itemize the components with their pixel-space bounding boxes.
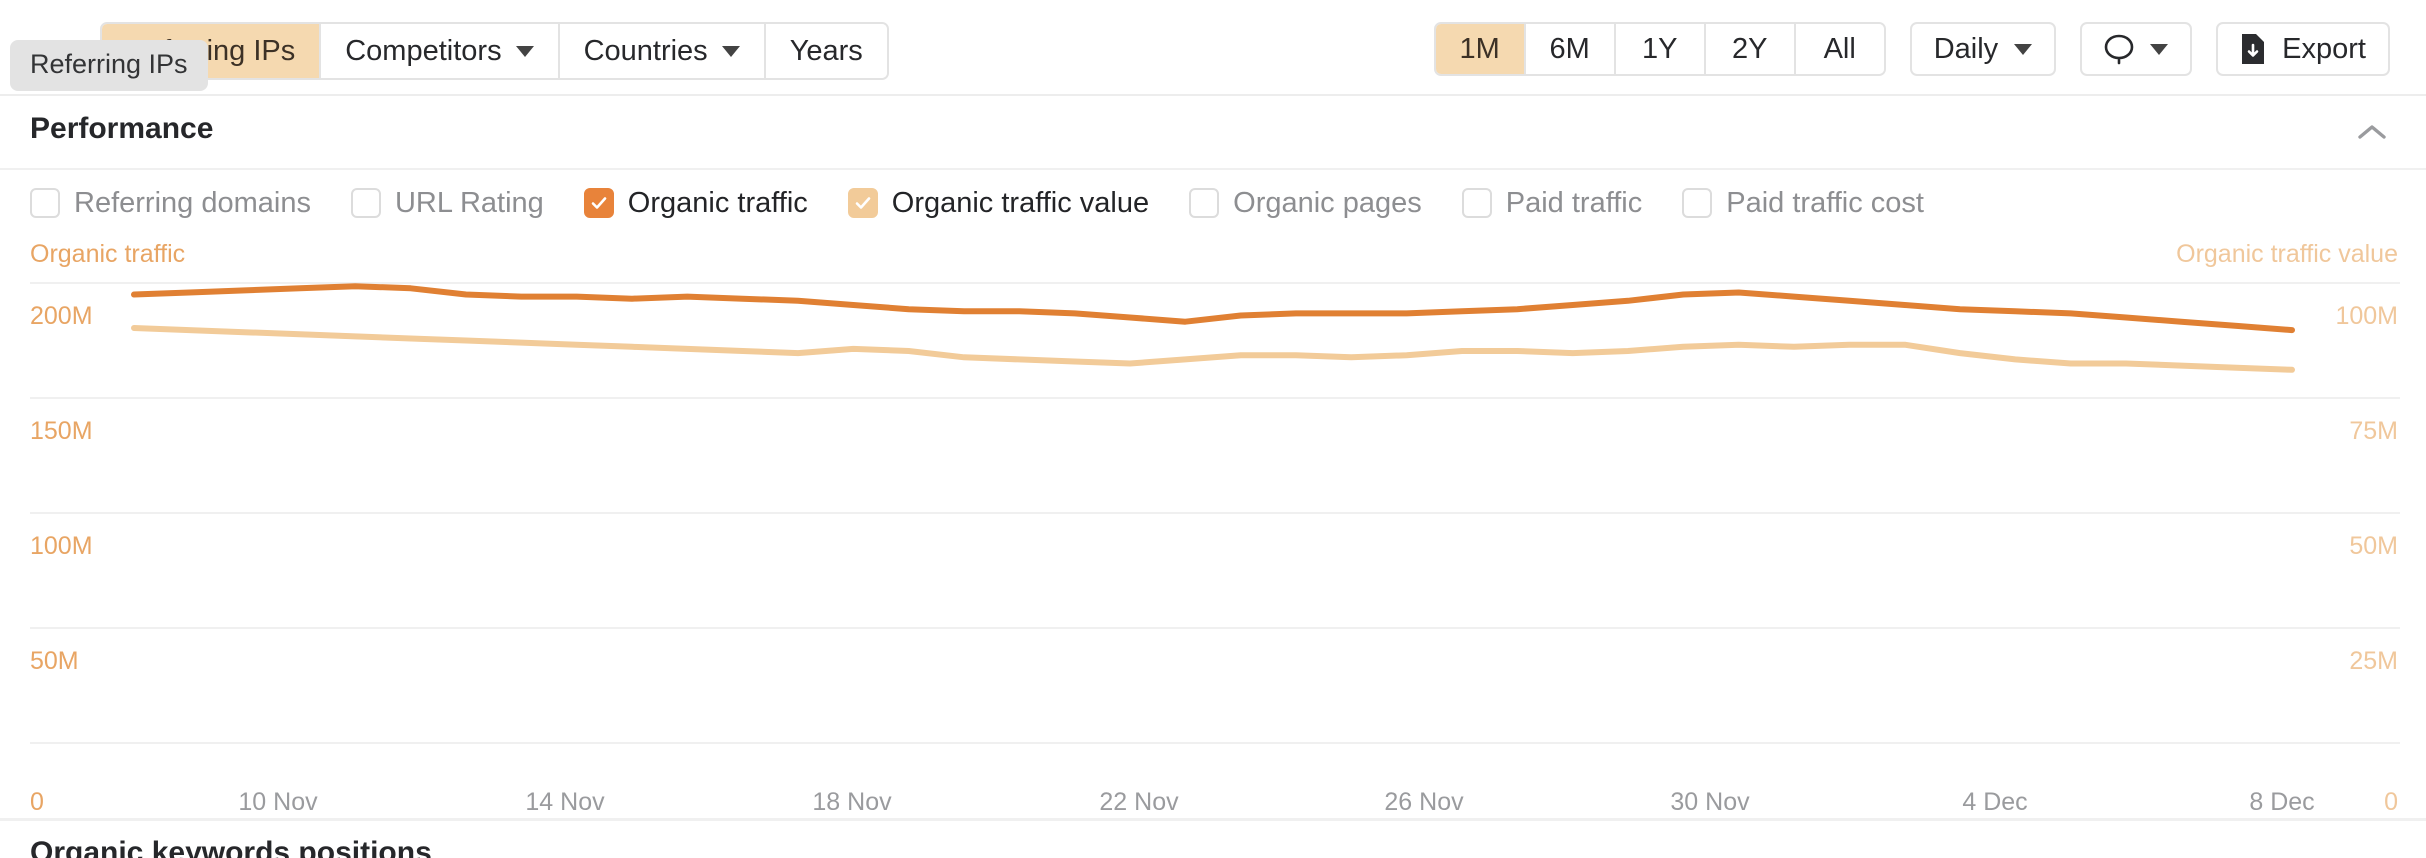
metric-organic-pages-label: Organic pages bbox=[1233, 189, 1422, 218]
chevron-up-icon bbox=[2357, 123, 2387, 141]
performance-panel-header: Performance bbox=[0, 96, 2426, 170]
chart-lines bbox=[0, 282, 2426, 742]
checkbox-organic-traffic[interactable] bbox=[584, 188, 614, 218]
chevron-down-icon bbox=[516, 46, 534, 57]
metric-paid-traffic-cost-label: Paid traffic cost bbox=[1726, 189, 1924, 218]
tab-competitors-label: Competitors bbox=[345, 37, 501, 66]
metric-referring-domains-label: Referring domains bbox=[74, 189, 311, 218]
checkbox-organic-pages[interactable] bbox=[1189, 188, 1219, 218]
check-icon bbox=[854, 194, 872, 212]
chart-plot-area: 200M 150M 100M 50M 100M 75M 50M 25M 0 0 … bbox=[0, 282, 2426, 742]
metric-paid-traffic-cost[interactable]: Paid traffic cost bbox=[1682, 188, 1924, 218]
x-axis-left-zero: 0 bbox=[30, 790, 44, 815]
x-tick-22-nov: 22 Nov bbox=[1099, 790, 1178, 815]
granularity-label: Daily bbox=[1934, 35, 1998, 64]
metric-toggle-row: Referring domains URL Rating Organic tra… bbox=[0, 170, 2426, 234]
y-axis-left-title: Organic traffic bbox=[30, 242, 185, 267]
x-tick-4-dec: 4 Dec bbox=[1962, 790, 2027, 815]
range-2y[interactable]: 2Y bbox=[1706, 24, 1796, 74]
metric-organic-pages[interactable]: Organic pages bbox=[1189, 188, 1422, 218]
range-1m[interactable]: 1M bbox=[1436, 24, 1526, 74]
granularity-dropdown[interactable]: Daily bbox=[1910, 22, 2056, 76]
metric-organic-traffic-value[interactable]: Organic traffic value bbox=[848, 188, 1149, 218]
x-tick-14-nov: 14 Nov bbox=[525, 790, 604, 815]
tab-years[interactable]: Years bbox=[766, 24, 887, 78]
toolbar-right-controls: 1M 6M 1Y 2Y All Daily bbox=[1434, 22, 2390, 76]
checkbox-referring-domains[interactable] bbox=[30, 188, 60, 218]
tab-years-label: Years bbox=[790, 37, 863, 66]
performance-chart: Organic traffic Organic traffic value 20… bbox=[0, 234, 2426, 794]
checkbox-paid-traffic[interactable] bbox=[1462, 188, 1492, 218]
metric-organic-traffic[interactable]: Organic traffic bbox=[584, 188, 808, 218]
bottom-section-title: Organic keywords positions bbox=[30, 838, 432, 858]
range-all[interactable]: All bbox=[1796, 24, 1884, 74]
metric-paid-traffic[interactable]: Paid traffic bbox=[1462, 188, 1642, 218]
comment-icon bbox=[2104, 33, 2134, 65]
report-tab-group: Referring IPs Competitors Countries Year… bbox=[100, 22, 889, 80]
chevron-down-icon bbox=[2014, 44, 2032, 55]
export-icon bbox=[2240, 33, 2266, 65]
checkbox-organic-traffic-value[interactable] bbox=[848, 188, 878, 218]
checkbox-url-rating[interactable] bbox=[351, 188, 381, 218]
gridline bbox=[30, 742, 2400, 744]
range-6m[interactable]: 6M bbox=[1526, 24, 1616, 74]
app-screen: Referring IPs Competitors Countries Year… bbox=[0, 0, 2426, 858]
range-1y[interactable]: 1Y bbox=[1616, 24, 1706, 74]
metric-organic-traffic-value-label: Organic traffic value bbox=[892, 189, 1149, 218]
metric-paid-traffic-label: Paid traffic bbox=[1506, 189, 1642, 218]
x-tick-26-nov: 26 Nov bbox=[1384, 790, 1463, 815]
date-range-segmented-control: 1M 6M 1Y 2Y All bbox=[1434, 22, 1886, 76]
tab-countries[interactable]: Countries bbox=[560, 24, 766, 78]
x-tick-18-nov: 18 Nov bbox=[812, 790, 891, 815]
line-organic-traffic-value bbox=[134, 328, 2292, 370]
page-title: Performance bbox=[30, 114, 213, 144]
y-axis-right-title: Organic traffic value bbox=[2176, 242, 2398, 267]
metric-organic-traffic-label: Organic traffic bbox=[628, 189, 808, 218]
export-button[interactable]: Export bbox=[2216, 22, 2390, 76]
line-organic-traffic bbox=[134, 286, 2292, 330]
x-axis-right-zero: 0 bbox=[2384, 790, 2398, 815]
check-icon bbox=[590, 194, 608, 212]
x-tick-30-nov: 30 Nov bbox=[1670, 790, 1749, 815]
metric-url-rating[interactable]: URL Rating bbox=[351, 188, 544, 218]
x-tick-10-nov: 10 Nov bbox=[238, 790, 317, 815]
section-divider bbox=[0, 818, 2426, 821]
metric-url-rating-label: URL Rating bbox=[395, 189, 544, 218]
tab-countries-label: Countries bbox=[584, 37, 708, 66]
chevron-down-icon bbox=[722, 46, 740, 57]
chevron-down-icon bbox=[2150, 44, 2168, 55]
comments-dropdown[interactable] bbox=[2080, 22, 2192, 76]
collapse-panel-button[interactable] bbox=[2350, 110, 2394, 154]
checkbox-paid-traffic-cost[interactable] bbox=[1682, 188, 1712, 218]
x-tick-8-dec: 8 Dec bbox=[2249, 790, 2314, 815]
metric-referring-domains[interactable]: Referring domains bbox=[30, 188, 311, 218]
top-toolbar: Referring IPs Competitors Countries Year… bbox=[0, 0, 2426, 96]
tooltip-referring-ips: Referring IPs bbox=[10, 40, 208, 91]
tab-competitors[interactable]: Competitors bbox=[321, 24, 559, 78]
export-label: Export bbox=[2282, 35, 2366, 64]
